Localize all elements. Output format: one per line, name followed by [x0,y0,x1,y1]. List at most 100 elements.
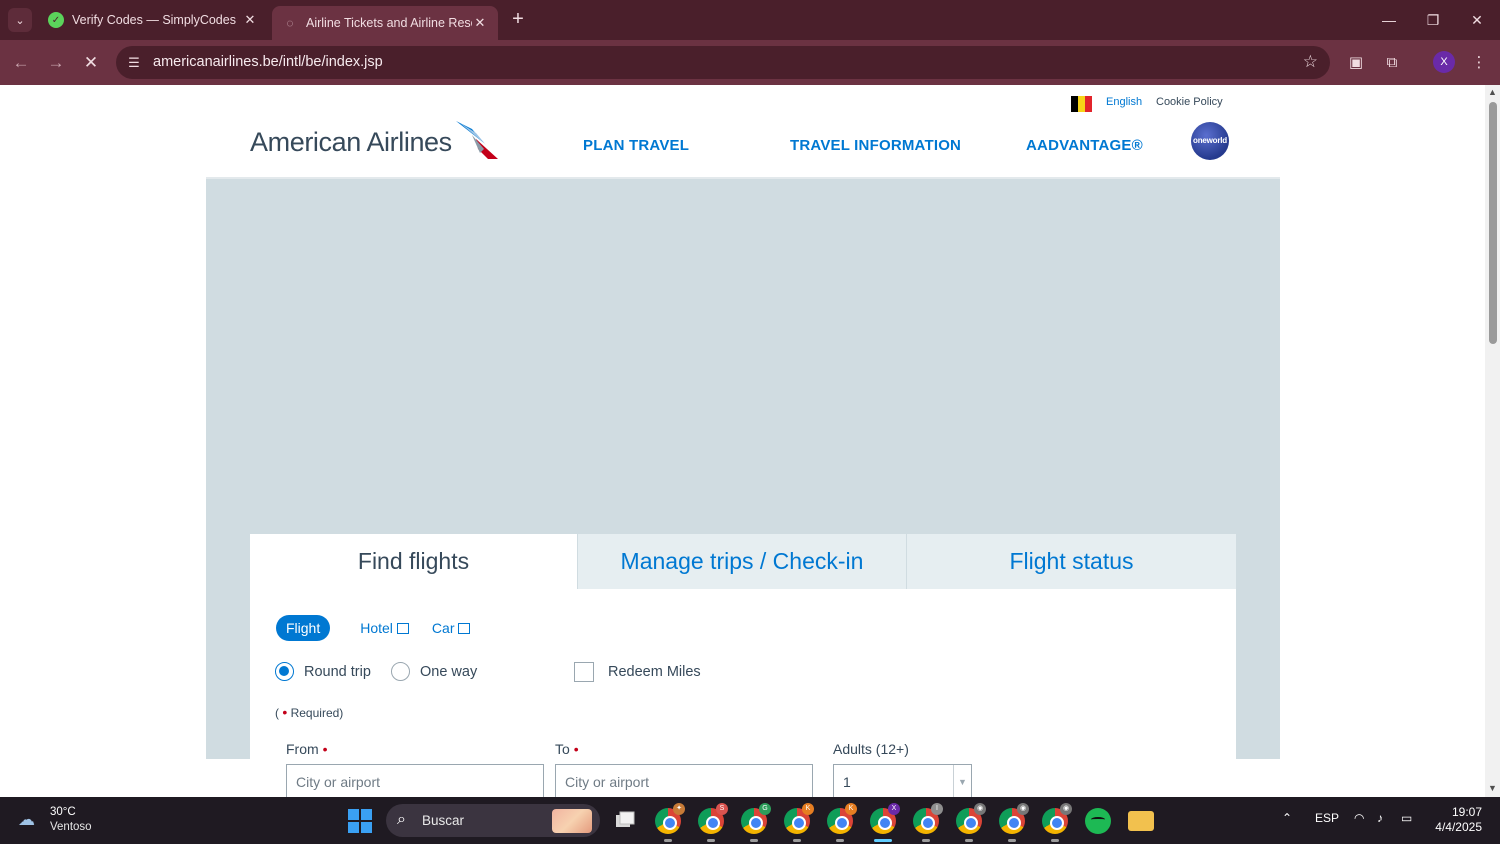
nav-aadvantage[interactable]: AADVANTAGE® [1026,137,1143,154]
product-tab-hotel[interactable]: Hotel [360,620,409,636]
chrome-profile-x-icon[interactable]: X [870,803,900,842]
search-label: Buscar [422,813,465,828]
required-marker: • [322,741,328,757]
logo-wordmark: American Airlines [250,126,452,157]
volume-icon[interactable]: ♪ [1377,811,1383,825]
scrollbar-thumb[interactable] [1489,102,1497,344]
page-scrollbar[interactable]: ▲ ▼ [1485,85,1500,797]
american-airlines-logo[interactable]: American Airlines [250,121,500,162]
windows-taskbar: ☁ 30°C Ventoso ⌕ Buscar ✦ S G K K X I ◉ … [0,797,1500,844]
simplycodes-favicon-icon: ✓ [48,12,64,28]
chrome-profile-guest-icon[interactable]: ◉ [956,803,986,842]
radio-selected-indicator[interactable] [275,662,294,681]
chrome-profile-guest3-icon[interactable]: ◉ [1042,803,1072,842]
nav-plan-travel[interactable]: PLAN TRAVEL [583,137,689,154]
product-tabs: Flight Hotel Car [276,615,471,641]
redeem-miles-checkbox[interactable]: Redeem Miles [574,662,701,682]
chrome-app-icon[interactable]: ✦ [655,803,685,842]
one-way-label: One way [420,663,478,680]
window-close-icon[interactable]: ✕ [1462,8,1492,32]
address-bar[interactable]: ☰ americanairlines.be/intl/be/index.jsp … [116,46,1330,79]
browser-tab-strip: ⌄ ✓ Verify Codes — SimplyCodes ✕ ◌ Airli… [0,0,1500,40]
round-trip-label: Round trip [304,663,371,680]
tab-american-airlines[interactable]: ◌ Airline Tickets and Airline Reser ✕ [272,6,498,40]
profile-avatar[interactable]: X [1433,51,1455,73]
chrome-profile-k2-icon[interactable]: K [827,803,857,842]
tab-title: Airline Tickets and Airline Reser [306,16,472,30]
tab-find-flights[interactable]: Find flights [250,534,577,589]
to-label: To • [555,741,579,757]
chrome-profile-s-icon[interactable]: S [698,803,728,842]
oneworld-logo[interactable]: oneworld [1191,122,1229,160]
tab-search-chevron-icon[interactable]: ⌄ [8,8,32,32]
chrome-profile-guest2-icon[interactable]: ◉ [999,803,1029,842]
site-info-icon[interactable]: ☰ [124,53,144,73]
adults-label: Adults (12+) [833,741,909,757]
url-text[interactable]: americanairlines.be/intl/be/index.jsp [153,54,383,70]
stop-loading-icon[interactable]: ✕ [78,50,104,76]
weather-condition: Ventoso [50,821,92,833]
search-icon: ⌕ [397,811,406,828]
scroll-down-icon[interactable]: ▼ [1487,783,1498,795]
chrome-profile-k-icon[interactable]: K [784,803,814,842]
language-link[interactable]: English [1106,96,1142,108]
from-input[interactable]: City or airport [286,764,544,797]
tab-flight-status[interactable]: Flight status [906,534,1236,589]
taskbar-search[interactable]: ⌕ Buscar [386,804,600,837]
required-marker: • [282,704,288,720]
tray-chevron-up-icon[interactable]: ⌃ [1282,811,1292,825]
from-placeholder: City or airport [296,774,381,790]
battery-icon[interactable]: ▭ [1401,811,1412,825]
required-marker: • [573,741,579,757]
flight-symbol-icon [455,121,498,159]
checkbox-box[interactable] [574,662,594,682]
new-tab-button[interactable]: + [506,8,530,32]
one-way-radio[interactable]: One way [391,662,477,681]
cookie-policy-link[interactable]: Cookie Policy [1156,96,1223,108]
to-label-text: To [555,741,570,757]
clock-time: 19:07 [1451,805,1482,819]
chrome-profile-g-icon[interactable]: G [741,803,771,842]
extension-gift-icon[interactable]: ▣ [1345,52,1367,74]
extensions-puzzle-icon[interactable]: ⧉ [1381,52,1403,74]
windows-start-icon[interactable] [348,809,372,833]
bookmark-star-icon[interactable]: ☆ [1303,52,1318,72]
system-clock[interactable]: 19:07 4/4/2025 [1426,805,1482,835]
product-tab-flight[interactable]: Flight [276,615,331,641]
search-highlight-image [552,809,592,833]
browser-toolbar: ← → ✕ ☰ americanairlines.be/intl/be/inde… [0,40,1500,85]
scroll-up-icon[interactable]: ▲ [1487,87,1498,99]
external-link-icon [396,622,409,634]
page-viewport: English Cookie Policy American Airlines … [0,85,1500,797]
forward-arrow-icon[interactable]: → [43,50,69,76]
belgium-flag-icon[interactable] [1071,96,1092,112]
car-label: Car [431,620,455,636]
task-view-icon[interactable] [612,808,638,834]
adults-value: 1 [843,774,851,790]
file-explorer-icon[interactable] [1128,811,1154,831]
spotify-app-icon[interactable] [1085,808,1111,834]
weather-widget[interactable]: 30°C Ventoso [50,805,92,835]
round-trip-radio[interactable]: Round trip [275,662,371,681]
tab-verify-codes[interactable]: ✓ Verify Codes — SimplyCodes ✕ [38,6,268,34]
adults-select[interactable]: 1 ▼ [833,764,972,797]
weather-wind-icon[interactable]: ☁ [18,810,42,830]
chrome-profile-i-icon[interactable]: I [913,803,943,842]
to-input[interactable]: City or airport [555,764,813,797]
minimize-icon[interactable]: — [1374,8,1404,32]
input-language[interactable]: ESP [1315,811,1339,825]
radio-indicator[interactable] [391,662,410,681]
dropdown-caret-icon[interactable]: ▼ [953,765,971,797]
tab-close-icon[interactable]: ✕ [242,12,258,28]
weather-temp: 30°C [50,806,76,818]
tab-title: Verify Codes — SimplyCodes [72,13,236,27]
nav-travel-information[interactable]: TRAVEL INFORMATION [790,137,961,154]
from-label-text: From [286,741,319,757]
restore-icon[interactable]: ❐ [1418,8,1448,32]
browser-menu-icon[interactable]: ⋮ [1468,52,1490,74]
tab-manage-trips[interactable]: Manage trips / Check-in [577,534,906,589]
product-tab-car[interactable]: Car [432,620,471,636]
wifi-icon[interactable]: ◠ [1354,811,1364,825]
tab-close-icon[interactable]: ✕ [472,15,488,31]
back-arrow-icon[interactable]: ← [8,50,34,76]
